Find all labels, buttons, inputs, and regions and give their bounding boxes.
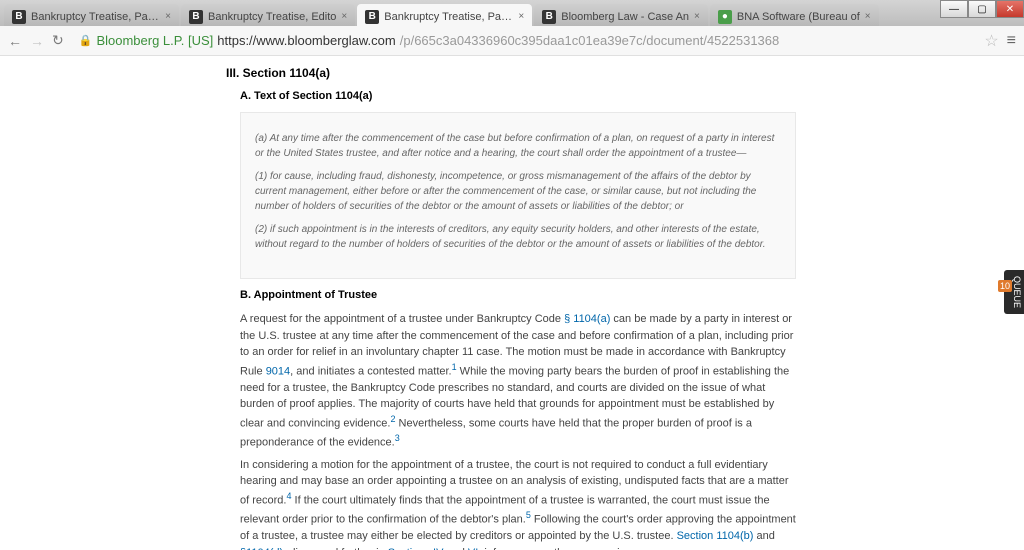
code-link[interactable]: Section 1104(b): [677, 530, 754, 542]
window-minimize[interactable]: —: [940, 0, 968, 18]
body-paragraph: In considering a motion for the appointm…: [240, 457, 796, 550]
statute-paragraph: (a) At any time after the commencement o…: [255, 131, 781, 161]
browser-tab[interactable]: B Bankruptcy Treatise, Edito ×: [181, 4, 355, 26]
window-close[interactable]: ✕: [996, 0, 1024, 18]
nav-forward-button[interactable]: →: [30, 33, 44, 49]
code-link[interactable]: § 1104(a): [564, 313, 610, 325]
queue-label: QUEUE: [1012, 276, 1022, 308]
tab-favicon: B: [189, 10, 203, 24]
tab-title: Bankruptcy Treatise, Edito: [208, 11, 336, 23]
url-host: https://www.bloomberglaw.com: [217, 33, 395, 48]
statute-paragraph: (1) for cause, including fraud, dishones…: [255, 169, 781, 214]
subsection-heading: B. Appointment of Trustee: [240, 289, 796, 301]
section-heading: III. Section 1104(a): [226, 66, 796, 80]
body-paragraph: A request for the appointment of a trust…: [240, 311, 796, 451]
footnote-link[interactable]: 3: [395, 433, 400, 443]
tab-title: Bankruptcy Treatise, Part I: [31, 11, 160, 23]
browser-menu-icon[interactable]: ≡: [1007, 32, 1016, 50]
statute-paragraph: (2) if such appointment is in the intere…: [255, 222, 781, 252]
url-input[interactable]: 🔒 Bloomberg L.P. [US] https://www.bloomb…: [72, 30, 977, 51]
tab-favicon: B: [542, 10, 556, 24]
nav-back-button[interactable]: ←: [8, 33, 22, 49]
tab-favicon: B: [365, 10, 379, 24]
nav-reload-button[interactable]: ↻: [52, 32, 64, 49]
browser-tab-strip: B Bankruptcy Treatise, Part I × B Bankruptcy…: [0, 0, 1024, 26]
tab-close-icon[interactable]: ×: [518, 11, 524, 22]
browser-tab[interactable]: B Bloomberg Law - Case An ×: [534, 4, 708, 26]
tab-favicon: B: [12, 10, 26, 24]
tab-title: BNA Software (Bureau of: [737, 11, 860, 23]
bookmark-star-icon[interactable]: ☆: [984, 31, 998, 51]
queue-count-badge: 10: [998, 280, 1012, 292]
ssl-org-label: Bloomberg L.P. [US]: [96, 33, 213, 48]
statute-text-box: (a) At any time after the commencement o…: [240, 112, 796, 279]
tab-close-icon[interactable]: ×: [865, 11, 871, 22]
subsection-heading: A. Text of Section 1104(a): [240, 90, 796, 102]
browser-tab[interactable]: ● BNA Software (Bureau of ×: [710, 4, 879, 26]
tab-close-icon[interactable]: ×: [165, 11, 171, 22]
tab-title: Bloomberg Law - Case An: [561, 11, 689, 23]
browser-tab[interactable]: B Bankruptcy Treatise, Part I ×: [357, 4, 532, 26]
tab-favicon: ●: [718, 10, 732, 24]
tab-close-icon[interactable]: ×: [341, 11, 347, 22]
page-viewport[interactable]: III. Section 1104(a) A. Text of Section …: [0, 56, 1024, 550]
browser-tab[interactable]: B Bankruptcy Treatise, Part I ×: [4, 4, 179, 26]
queue-side-tab[interactable]: QUEUE 10: [1004, 270, 1024, 314]
rule-link[interactable]: 9014: [266, 365, 290, 377]
window-maximize[interactable]: ▢: [968, 0, 996, 18]
document-content: III. Section 1104(a) A. Text of Section …: [226, 56, 796, 550]
lock-icon: 🔒: [79, 34, 93, 47]
tab-title: Bankruptcy Treatise, Part I: [384, 11, 513, 23]
tab-close-icon[interactable]: ×: [694, 11, 700, 22]
url-path: /p/665c3a04336960c395daa1c01ea39e7c/docu…: [400, 33, 780, 48]
address-bar: ← → ↻ 🔒 Bloomberg L.P. [US] https://www.…: [0, 26, 1024, 56]
